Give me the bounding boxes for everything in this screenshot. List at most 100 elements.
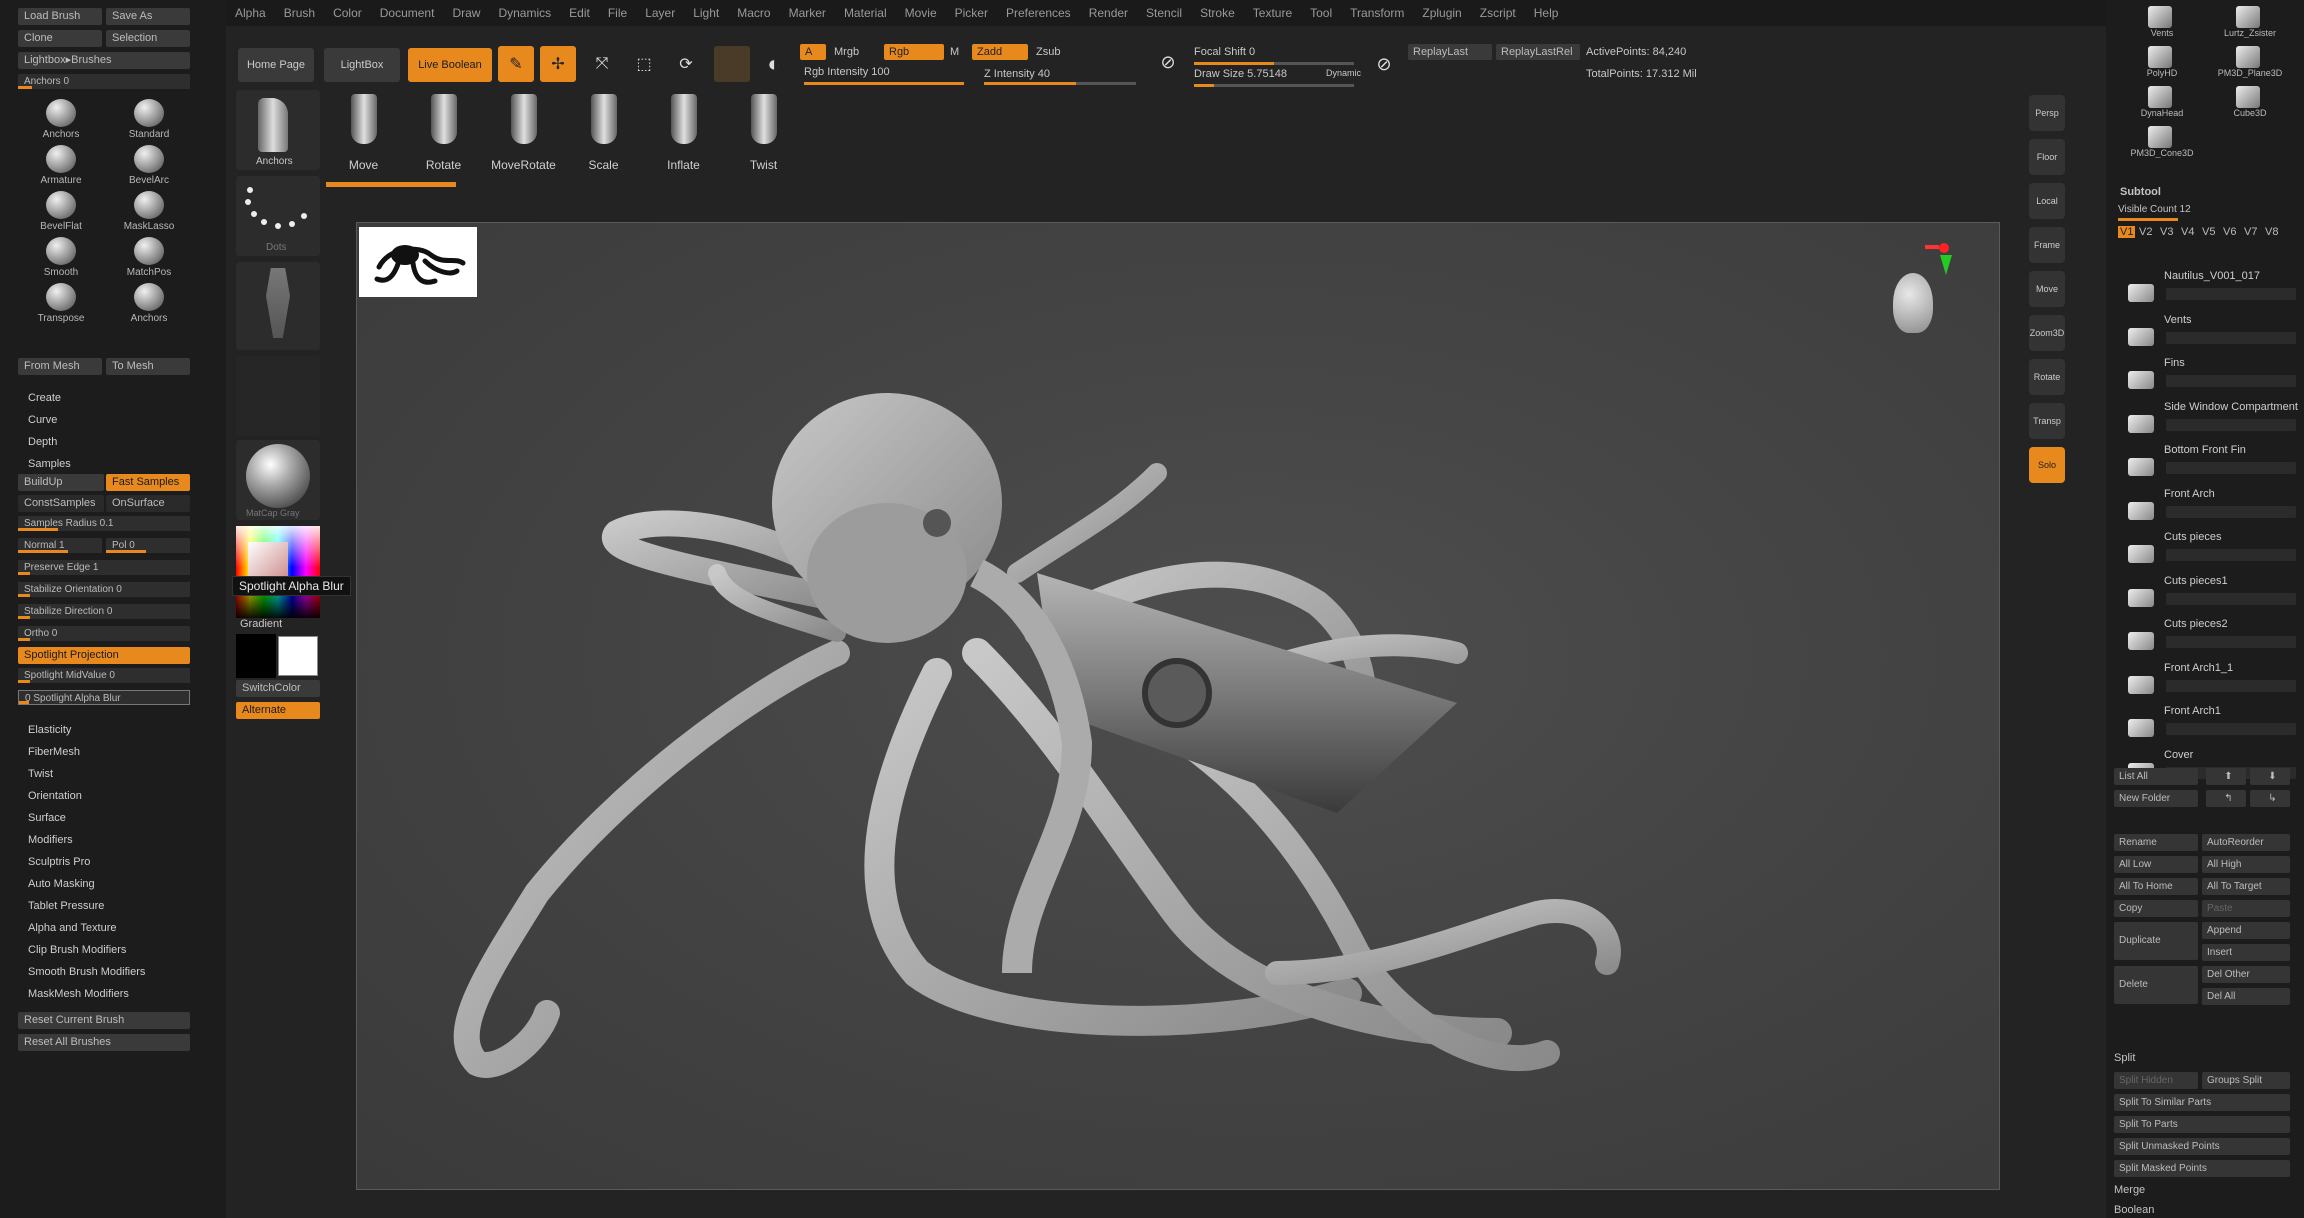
stabilize-orientation-slider[interactable]: Stabilize Orientation 0 <box>18 582 190 597</box>
menu-item-stencil[interactable]: Stencil <box>1146 6 1182 20</box>
zadd-button[interactable]: Zadd <box>972 44 1028 60</box>
a-button[interactable]: A <box>800 44 826 60</box>
subtool-row[interactable]: Cuts pieces2 <box>2126 618 2298 658</box>
arrow-down-right-icon[interactable]: ↳ <box>2250 790 2290 807</box>
texture-thumbnail[interactable] <box>236 356 320 436</box>
dynamic-button[interactable]: Dynamic <box>1326 68 1361 78</box>
navigation-gizmo[interactable] <box>1893 243 1953 343</box>
menu-item-picker[interactable]: Picker <box>955 6 988 20</box>
tool-vents[interactable]: Vents <box>2120 4 2204 42</box>
m-button[interactable]: M <box>950 46 959 58</box>
del-other-button[interactable]: Del Other <box>2202 966 2290 983</box>
local-button[interactable]: Local <box>2029 183 2065 219</box>
subtool-controls[interactable] <box>2166 636 2296 648</box>
clone-button[interactable]: Clone <box>18 30 102 47</box>
menu-item-layer[interactable]: Layer <box>645 6 675 20</box>
menu-item-light[interactable]: Light <box>693 6 719 20</box>
subtool-row[interactable]: Cuts pieces1 <box>2126 575 2298 615</box>
brush-matchpos[interactable]: MatchPos <box>114 234 184 278</box>
quick-brush-scale[interactable]: Scale <box>566 94 641 174</box>
fast-samples-button[interactable]: Fast Samples <box>106 474 190 491</box>
lazy-mouse-icon[interactable]: ⊘ <box>1154 48 1182 76</box>
menu-item-material[interactable]: Material <box>844 6 887 20</box>
subtool-controls[interactable] <box>2166 592 2296 605</box>
brush-transpose[interactable]: Transpose <box>26 280 96 324</box>
tool-polyhd[interactable]: PolyHD <box>2120 44 2204 82</box>
color-mode-icon[interactable]: ◐ <box>756 46 792 82</box>
subtool-controls[interactable] <box>2166 505 2296 518</box>
subtool-controls[interactable] <box>2166 549 2296 561</box>
brush-anchors[interactable]: Anchors <box>114 280 184 324</box>
onsurface-button[interactable]: OnSurface <box>106 495 190 512</box>
list-all-button[interactable]: List All <box>2114 768 2198 785</box>
scale-button[interactable]: ⬚ <box>626 46 662 82</box>
from-mesh-button[interactable]: From Mesh <box>18 358 102 375</box>
section-elasticity[interactable]: Elasticity <box>28 724 71 736</box>
copy-button[interactable]: Copy <box>2114 900 2198 917</box>
brush-armature[interactable]: Armature <box>26 142 96 186</box>
home-page-button[interactable]: Home Page <box>238 48 314 82</box>
rename-button[interactable]: Rename <box>2114 834 2198 851</box>
split-to-parts-button[interactable]: Split To Parts <box>2114 1116 2290 1133</box>
menu-item-render[interactable]: Render <box>1089 6 1128 20</box>
tool-lurtz_zsister[interactable]: Lurtz_Zsister <box>2208 4 2292 42</box>
section-sculptris-pro[interactable]: Sculptris Pro <box>28 856 90 868</box>
brush-smooth[interactable]: Smooth <box>26 234 96 278</box>
subtool-row[interactable]: Front Arch1_1 <box>2126 662 2298 702</box>
groups-split-button[interactable]: Groups Split <box>2202 1072 2290 1089</box>
depth-section[interactable]: Depth <box>28 436 57 448</box>
down-arrow-icon[interactable]: ⬇ <box>2250 768 2290 785</box>
menu-item-color[interactable]: Color <box>333 6 362 20</box>
zsub-button[interactable]: Zsub <box>1036 46 1060 58</box>
boolean-section[interactable]: Boolean <box>2114 1204 2154 1216</box>
normal-slider[interactable]: Normal 1 <box>18 538 102 553</box>
tool-dynahead[interactable]: DynaHead <box>2120 84 2204 122</box>
section-clip-brush-modifiers[interactable]: Clip Brush Modifiers <box>28 944 126 956</box>
split-masked-points-button[interactable]: Split Masked Points <box>2114 1160 2290 1177</box>
menu-item-transform[interactable]: Transform <box>1350 6 1404 20</box>
persp-button[interactable]: Persp <box>2029 95 2065 131</box>
subtool-controls[interactable] <box>2166 331 2296 344</box>
visibility-v8[interactable]: V8 <box>2265 226 2278 238</box>
menu-item-stroke[interactable]: Stroke <box>1200 6 1235 20</box>
rotate-button[interactable]: Rotate <box>2029 359 2065 395</box>
subtool-header[interactable]: Subtool <box>2120 186 2161 198</box>
visible-count-slider[interactable]: Visible Count 12 <box>2118 204 2191 215</box>
brush-masklasso[interactable]: MaskLasso <box>114 188 184 232</box>
subtool-row[interactable]: Nautilus_V001_017 <box>2126 270 2298 310</box>
replay-icon[interactable]: ⊘ <box>1370 50 1398 78</box>
split-section[interactable]: Split <box>2114 1052 2135 1064</box>
split-to-similar-parts-button[interactable]: Split To Similar Parts <box>2114 1094 2290 1111</box>
menu-item-file[interactable]: File <box>608 6 627 20</box>
split-hidden-button[interactable]: Split Hidden <box>2114 1072 2198 1089</box>
append-button[interactable]: Append <box>2202 922 2290 939</box>
lightbox-brushes-button[interactable]: Lightbox▸Brushes <box>18 52 190 69</box>
color-picker[interactable] <box>236 526 320 618</box>
split-unmasked-points-button[interactable]: Split Unmasked Points <box>2114 1138 2290 1155</box>
section-tablet-pressure[interactable]: Tablet Pressure <box>28 900 104 912</box>
lightbox-button[interactable]: LightBox <box>324 48 400 82</box>
solo-button[interactable]: Solo <box>2029 447 2065 483</box>
rgb-intensity-slider[interactable]: Rgb Intensity 100 <box>804 66 890 78</box>
subtool-row[interactable]: Cuts pieces <box>2126 531 2298 571</box>
selection-button[interactable]: Selection <box>106 30 190 47</box>
draw-button[interactable]: ✢ <box>540 46 576 82</box>
reset-current-brush-button[interactable]: Reset Current Brush <box>18 1012 190 1029</box>
material-swatch[interactable] <box>714 46 750 82</box>
replay-last-rel-button[interactable]: ReplayLastRel <box>1496 44 1580 60</box>
section-orientation[interactable]: Orientation <box>28 790 82 802</box>
mrgb-button[interactable]: Mrgb <box>834 46 859 58</box>
merge-section[interactable]: Merge <box>2114 1184 2145 1196</box>
duplicate-button[interactable]: Duplicate <box>2114 922 2198 960</box>
subtool-controls[interactable] <box>2166 375 2296 387</box>
spotlight-alpha-blur-slider[interactable]: 0 Spotlight Alpha Blur <box>18 690 190 705</box>
up-arrow-icon[interactable]: ⬆ <box>2206 768 2246 785</box>
menu-item-alpha[interactable]: Alpha <box>235 6 266 20</box>
constsamples-button[interactable]: ConstSamples <box>18 495 104 512</box>
zoom3d-button[interactable]: Zoom3D <box>2029 315 2065 351</box>
subtool-row[interactable]: Vents <box>2126 314 2298 354</box>
subtool-controls[interactable] <box>2166 288 2296 300</box>
menu-item-edit[interactable]: Edit <box>569 6 590 20</box>
section-auto-masking[interactable]: Auto Masking <box>28 878 95 890</box>
to-mesh-button[interactable]: To Mesh <box>106 358 190 375</box>
